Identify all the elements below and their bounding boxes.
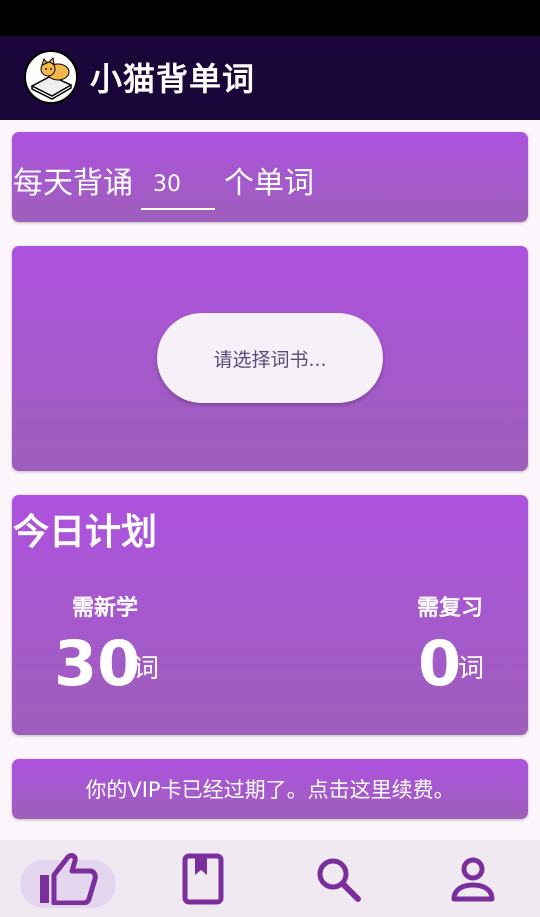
thumb-up-icon <box>39 852 98 905</box>
today-plan-card: 今日计划 需新学 30 词 需复习 0 词 <box>12 495 528 735</box>
vip-renew-link[interactable]: 你的VIP卡已经过期了。点击这里续费。 <box>12 774 528 804</box>
book-icon <box>182 853 223 904</box>
nav-tab-profile[interactable] <box>405 840 540 917</box>
review-words-label: 需复习 <box>417 596 484 621</box>
daily-goal-prefix: 每天背诵 <box>13 166 133 201</box>
status-bar <box>0 0 540 36</box>
new-words-label: 需新学 <box>72 596 139 621</box>
select-wordbook-button[interactable]: 请选择词书... <box>157 313 383 403</box>
new-words-count: 30 <box>54 627 141 700</box>
wordbook-card: 请选择词书... <box>12 246 528 471</box>
daily-goal-card: 每天背诵 个单词 <box>12 132 528 222</box>
app-bar: 小猫背单词 <box>0 36 540 120</box>
nav-tab-search[interactable] <box>270 840 405 917</box>
review-words-count: 0 <box>418 627 462 700</box>
plan-title: 今日计划 <box>13 512 158 553</box>
search-icon <box>317 858 361 902</box>
vip-expired-banner[interactable]: 你的VIP卡已经过期了。点击这里续费。 <box>12 759 528 819</box>
nav-tab-home[interactable] <box>0 840 135 917</box>
nav-tab-wordbooks[interactable] <box>135 840 270 917</box>
daily-word-count-input[interactable] <box>141 160 215 210</box>
review-words-unit: 词 <box>458 654 485 684</box>
person-icon <box>451 857 494 901</box>
new-words-unit: 词 <box>133 654 160 684</box>
cat-logo-icon <box>24 50 78 104</box>
daily-goal-suffix: 个单词 <box>224 166 314 201</box>
bottom-navigation <box>0 840 540 917</box>
app-title: 小猫背单词 <box>90 60 256 98</box>
